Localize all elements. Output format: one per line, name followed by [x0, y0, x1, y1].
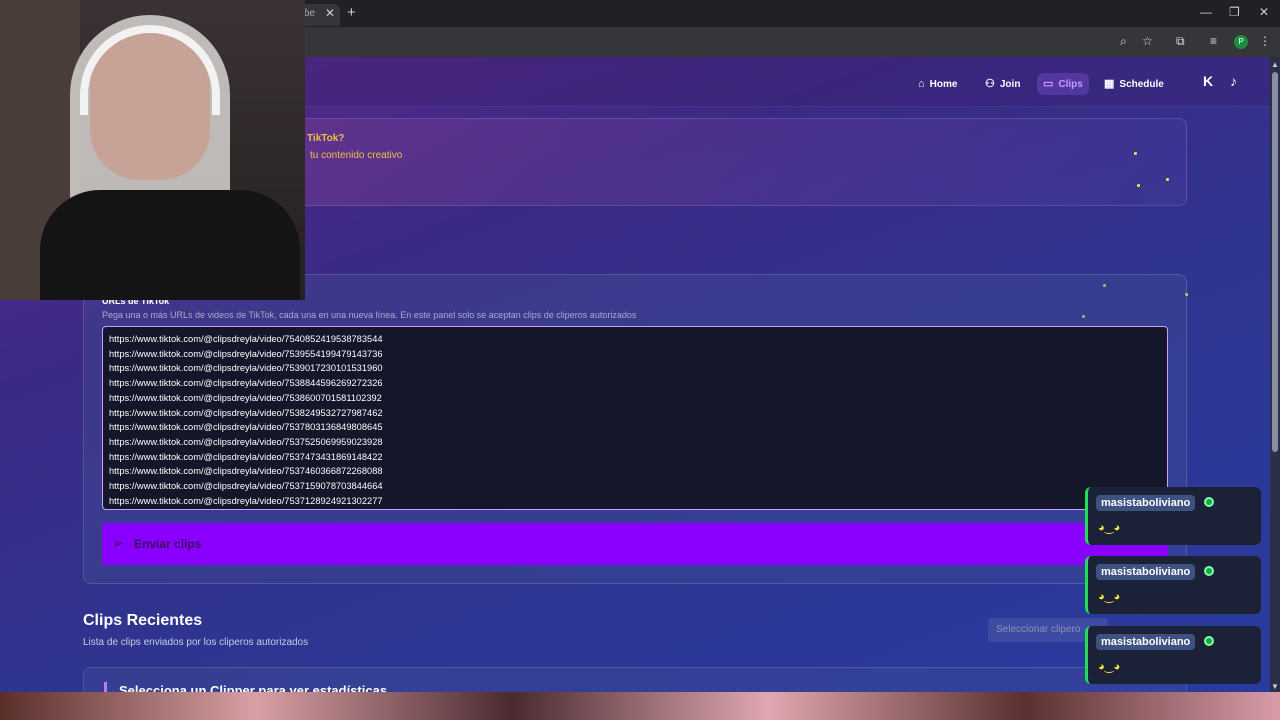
- sparkle-decoration: [1134, 152, 1137, 155]
- url-line: https://www.tiktok.com/@clipsdreyla/vide…: [109, 392, 382, 403]
- nav-home-label: Home: [929, 79, 958, 90]
- stats-card: Selecciona un Clipper para ver estadísti…: [83, 667, 1187, 692]
- url-line: https://www.tiktok.com/@clipsdreyla/vide…: [109, 363, 383, 374]
- nav-join-label: Join: [999, 79, 1021, 90]
- scrollbar-thumb[interactable]: [1272, 72, 1278, 452]
- chat-username: masistaboliviano: [1096, 495, 1196, 511]
- nav-schedule[interactable]: ▦ Schedule: [1098, 73, 1170, 95]
- calendar-icon: ▦: [1104, 78, 1115, 90]
- url-line: https://www.tiktok.com/@clipsdreyla/vide…: [109, 495, 383, 506]
- nav-clips-label: Clips: [1058, 79, 1083, 90]
- scroll-down-arrow-icon[interactable]: ▼: [1271, 682, 1279, 691]
- send-clips-label: Enviar clips: [134, 537, 202, 551]
- url-line: https://www.tiktok.com/@clipsdreyla/vide…: [109, 422, 383, 433]
- url-line: https://www.tiktok.com/@clipsdreyla/vide…: [109, 334, 383, 344]
- kick-icon[interactable]: K: [1203, 73, 1213, 89]
- nav-clips[interactable]: ▭ Clips: [1037, 73, 1089, 95]
- profile-avatar[interactable]: P: [1234, 35, 1248, 49]
- chat-badge-icon: [1204, 497, 1214, 507]
- desk-background-strip: [0, 692, 1280, 720]
- chat-message: masistaboliviano ◕‿◕: [1085, 556, 1261, 614]
- users-icon: ⚇: [985, 78, 995, 90]
- webcam-person-body: [40, 190, 300, 300]
- chat-message: masistaboliviano ◕‿◕: [1085, 626, 1261, 684]
- banner-title: TikTok?: [307, 133, 345, 144]
- url-line: https://www.tiktok.com/@clipsdreyla/vide…: [109, 378, 383, 389]
- chat-emote: ◕‿◕: [1098, 591, 1121, 603]
- chat-badge-icon: [1204, 636, 1214, 646]
- zoom-icon[interactable]: ⌕: [1120, 34, 1127, 49]
- send-icon: ➢: [112, 535, 124, 551]
- urls-field-help: Pega una o más URLs de videos de TikTok,…: [102, 310, 637, 320]
- chat-message: masistaboliviano ◕‿◕: [1085, 487, 1261, 545]
- url-line: https://www.tiktok.com/@clipsdreyla/vide…: [109, 481, 383, 492]
- nav-schedule-label: Schedule: [1119, 79, 1164, 90]
- new-tab-icon[interactable]: +: [347, 4, 356, 21]
- menu-kebab-icon[interactable]: ⋮: [1259, 34, 1271, 48]
- banner-subtitle: tu contenido creativo: [310, 150, 403, 161]
- video-icon: ▭: [1043, 78, 1054, 90]
- stats-title: Selecciona un Clipper para ver estadísti…: [119, 683, 388, 692]
- nav-home[interactable]: ⌂ Home: [912, 73, 963, 95]
- chat-username: masistaboliviano: [1096, 634, 1196, 650]
- close-tab-icon[interactable]: ✕: [325, 6, 335, 20]
- media-control-icon[interactable]: ≡: [1210, 34, 1217, 48]
- url-line: https://www.tiktok.com/@clipsdreyla/vide…: [109, 348, 383, 359]
- sparkle-decoration: [1137, 184, 1140, 187]
- chat-emote: ◕‿◕: [1098, 661, 1121, 673]
- home-icon: ⌂: [918, 78, 925, 90]
- recent-clips-subtitle: Lista de clips enviados por los cliperos…: [83, 637, 309, 648]
- scroll-up-arrow-icon[interactable]: ▲: [1271, 60, 1279, 69]
- chat-username: masistaboliviano: [1096, 564, 1196, 580]
- close-window-icon[interactable]: ✕: [1259, 5, 1269, 19]
- chat-emote: ◕‿◕: [1098, 522, 1121, 534]
- urls-textarea[interactable]: https://www.tiktok.com/@clipsdreyla/vide…: [102, 326, 1168, 510]
- clip-submit-form: URLs de TikTok Pega una o más URLs de vi…: [83, 274, 1187, 584]
- recent-clips-title: Clips Recientes: [83, 612, 203, 629]
- bookmark-star-icon[interactable]: ☆: [1142, 34, 1153, 48]
- nav-join[interactable]: ⚇ Join: [979, 73, 1026, 95]
- url-line: https://www.tiktok.com/@clipsdreyla/vide…: [109, 466, 383, 477]
- url-line: https://www.tiktok.com/@clipsdreyla/vide…: [109, 407, 383, 418]
- send-clips-button[interactable]: ➢ Enviar clips: [102, 523, 1168, 565]
- chat-badge-icon: [1204, 566, 1214, 576]
- url-line: https://www.tiktok.com/@clipsdreyla/vide…: [109, 436, 383, 447]
- webcam-overlay: [0, 0, 305, 300]
- url-line: https://www.tiktok.com/@clipsdreyla/vide…: [109, 451, 383, 462]
- minimize-icon[interactable]: —: [1200, 5, 1212, 19]
- extensions-icon[interactable]: ⧉: [1176, 34, 1185, 49]
- restore-icon[interactable]: ❐: [1229, 5, 1240, 19]
- sparkle-decoration: [1166, 178, 1169, 181]
- stats-accent-bar: [104, 682, 107, 692]
- tiktok-icon[interactable]: ♪: [1230, 73, 1237, 89]
